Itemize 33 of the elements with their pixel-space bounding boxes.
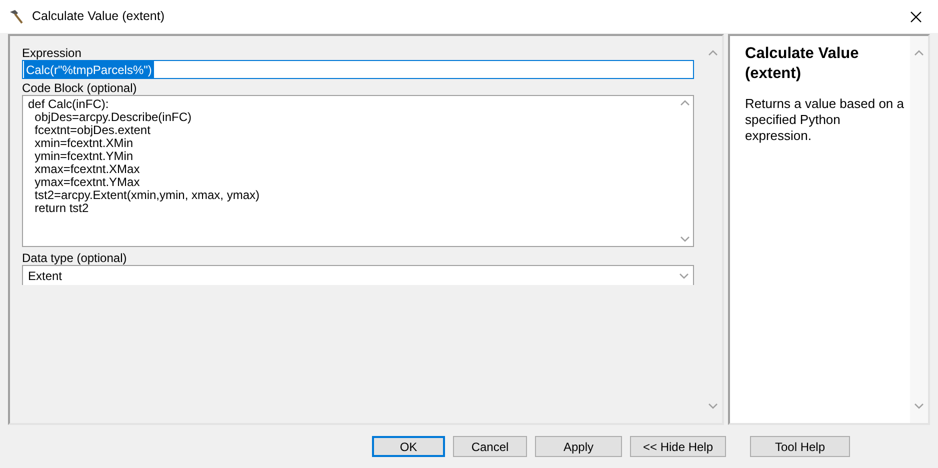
code-line: ymin=fcextnt.YMin — [34, 150, 134, 163]
scroll-up-icon[interactable] — [680, 100, 690, 106]
data-type-dropdown[interactable]: Extent — [22, 265, 694, 285]
close-icon[interactable] — [910, 10, 922, 22]
expression-field[interactable]: Calc(r"%tmpParcels%") — [22, 60, 694, 79]
scroll-up-icon[interactable] — [708, 50, 718, 56]
help-text: Returns a value based on a specified Python expression. — [745, 96, 905, 144]
field-label: Data type (optional) — [22, 251, 128, 265]
dialog-button[interactable]: Cancel — [453, 436, 527, 457]
code-line: def Calc(inFC): — [28, 98, 109, 111]
scroll-down-icon[interactable] — [914, 403, 924, 409]
code-line: objDes=arcpy.Describe(inFC) — [34, 111, 192, 124]
window-title: Calculate Value (extent) — [32, 8, 164, 26]
hammer-icon — [8, 8, 24, 24]
field-label: Code Block (optional) — [22, 81, 138, 95]
scroll-down-icon[interactable] — [680, 236, 690, 242]
dialog-button[interactable]: << Hide Help — [630, 436, 726, 457]
code-line: xmin=fcextnt.XMin — [34, 137, 134, 150]
code-block-field[interactable]: def Calc(inFC): objDes=arcpy.Describe(inFC) fcextnt=objDes.extent xmin=fcextnt.XMin ymin=fcextnt.YMin xmax=fcextnt.XMax ymax=fcextnt.YMax tst2=arcpy.Extent(xmin,ymin, xmax, ymax) return tst2 — [22, 95, 694, 247]
code-line: return tst2 — [34, 202, 89, 215]
expression-text: Calc(r"%tmpParcels%") — [24, 60, 154, 78]
code-line: ymax=fcextnt.YMax — [34, 176, 140, 189]
code-line: xmax=fcextnt.XMax — [34, 163, 140, 176]
dialog-button[interactable]: OK — [372, 436, 445, 457]
field-label: Expression — [22, 46, 82, 60]
scroll-up-icon[interactable] — [914, 50, 924, 56]
code-line: fcextnt=objDes.extent — [34, 124, 150, 137]
help-title: Calculate Value (extent) — [745, 44, 860, 84]
dialog-button[interactable]: Apply — [535, 436, 622, 457]
scroll-down-icon[interactable] — [708, 403, 718, 409]
code-line: tst2=arcpy.Extent(xmin,ymin, xmax, ymax) — [34, 189, 260, 202]
dialog-button[interactable]: Tool Help — [750, 436, 850, 457]
chevron-down-icon[interactable] — [679, 272, 689, 278]
